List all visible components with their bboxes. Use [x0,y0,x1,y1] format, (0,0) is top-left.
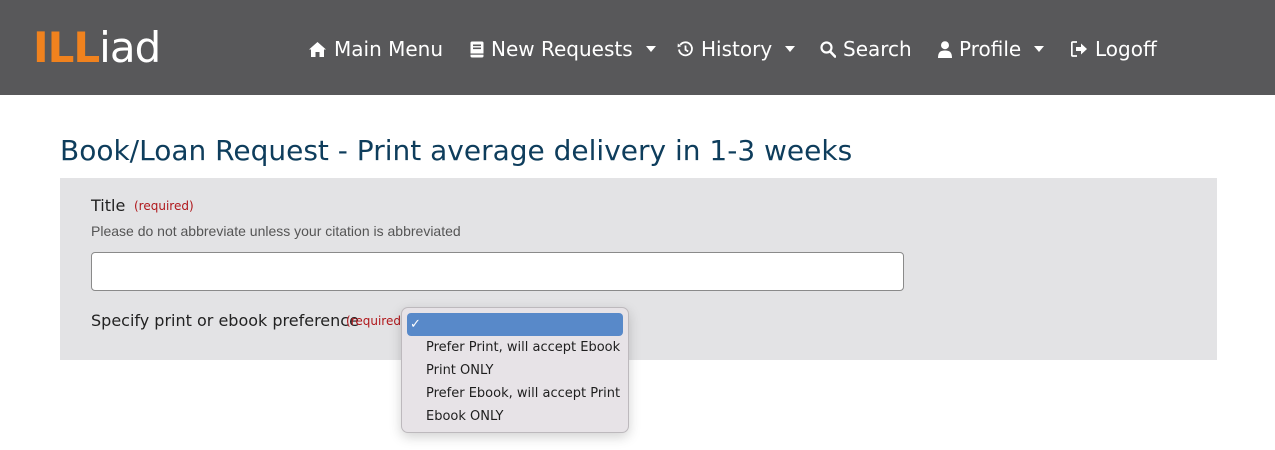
book-icon [470,41,484,58]
preference-label: Specify print or ebook preference [91,311,359,330]
logo-ill: ILL [33,23,100,72]
history-icon [677,40,694,58]
search-icon [820,40,836,58]
nav-main-menu[interactable]: Main Menu [308,35,443,63]
nav-search[interactable]: Search [820,35,912,63]
nav-logoff-label: Logoff [1095,37,1157,61]
nav-history-label: History [701,37,773,61]
preference-option-blank[interactable]: ✓ [407,313,623,336]
nav-new-requests[interactable]: New Requests [470,35,656,63]
logo-iad: iad [99,23,161,72]
page-title: Book/Loan Request - Print average delive… [60,134,853,167]
title-help-text: Please do not abbreviate unless your cit… [91,223,461,239]
nav-profile[interactable]: Profile [938,35,1045,63]
chevron-down-icon [785,46,796,52]
user-icon [938,40,952,58]
preference-required-badge: (required) [346,314,406,328]
nav-new-requests-label: New Requests [491,37,633,61]
preference-option-prefer-ebook[interactable]: Prefer Ebook, will accept Print [407,382,623,405]
preference-option-prefer-print[interactable]: Prefer Print, will accept Ebook [407,336,623,359]
nav-logoff[interactable]: Logoff [1071,35,1157,63]
title-label: Title [91,196,126,215]
chevron-down-icon [645,46,656,52]
title-required-badge: (required) [134,199,194,213]
top-navbar: ILLiad Main Menu New Requests History Se… [0,0,1275,95]
preference-option-print-only[interactable]: Print ONLY [407,359,623,382]
title-input[interactable] [91,252,904,291]
checkmark-icon: ✓ [410,317,421,332]
preference-select-dropdown[interactable]: ✓ Prefer Print, will accept Ebook Print … [401,307,629,433]
chevron-down-icon [1034,46,1045,52]
illiad-logo[interactable]: ILLiad [33,23,161,72]
nav-history[interactable]: History [677,35,796,63]
nav-search-label: Search [843,37,912,61]
sign-out-icon [1071,41,1088,57]
home-icon [308,41,327,58]
request-form-panel: Title (required) Please do not abbreviat… [60,178,1217,360]
nav-main-menu-label: Main Menu [334,37,444,61]
preference-option-ebook-only[interactable]: Ebook ONLY [407,405,623,428]
nav-profile-label: Profile [959,37,1022,61]
